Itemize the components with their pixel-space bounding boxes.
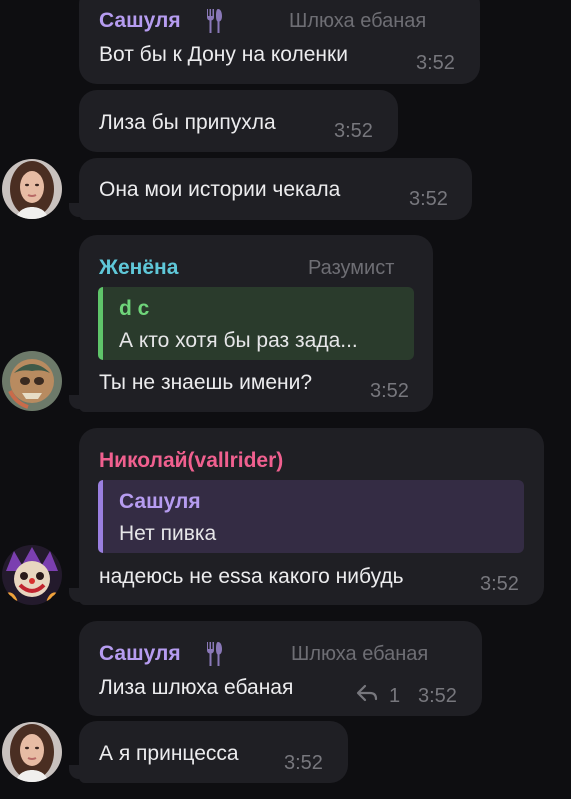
avatar-skull-painting[interactable] (2, 351, 62, 411)
message-bubble[interactable]: Женёна Разумист d c А кто хотя бы раз за… (79, 235, 433, 412)
message-time: 3:52 (284, 752, 323, 774)
fork-knife-icon (207, 642, 222, 666)
bubble-tail (69, 588, 83, 602)
message-text: Она мои истории чекала (99, 178, 341, 201)
message-bubble[interactable]: Сашуля Шлюха ебаная Вот бы к Дону на кол… (79, 0, 480, 84)
message-text: Ты не знаешь имени? (99, 371, 313, 394)
avatar-woman[interactable] (2, 159, 62, 219)
sender-name[interactable]: Сашуля (99, 9, 181, 33)
member-tag: Шлюха ебаная (289, 10, 427, 32)
quote-bar (98, 480, 103, 553)
message-time: 3:52 (416, 52, 455, 74)
quote-sender: Сашуля (119, 490, 201, 513)
message-bubble[interactable]: А я принцесса 3:52 (79, 721, 348, 783)
reply-quote[interactable]: d c А кто хотя бы раз зада... (98, 287, 414, 360)
message-text: надеюсь не essa какого нибудь (99, 565, 404, 588)
message-time: 3:52 (334, 120, 373, 142)
sender-name[interactable]: Женёна (99, 256, 178, 280)
message-bubble[interactable]: Она мои истории чекала 3:52 (79, 158, 472, 220)
message-time: 3:52 (409, 188, 448, 210)
message-text: Лиза шлюха ебаная (99, 676, 294, 699)
avatar-woman[interactable] (2, 722, 62, 782)
message-text: А я принцесса (99, 742, 239, 765)
quote-sender: d c (119, 297, 150, 320)
member-tag: Шлюха ебаная (291, 643, 429, 665)
message-text: Вот бы к Дону на коленки (99, 43, 348, 66)
quote-bar (98, 287, 103, 360)
bubble-tail (69, 395, 83, 409)
quote-text: А кто хотя бы раз зада... (119, 329, 358, 352)
reply-arrow-icon[interactable] (356, 683, 378, 703)
fork-knife-icon (207, 9, 222, 33)
member-tag: Разумист (308, 257, 395, 279)
sender-name[interactable]: Николай(vallrider) (99, 449, 283, 473)
sender-name[interactable]: Сашуля (99, 642, 181, 666)
message-bubble[interactable]: Лиза бы припухла 3:52 (79, 90, 398, 152)
quote-text: Нет пивка (119, 522, 217, 545)
message-text: Лиза бы припухла (99, 111, 276, 134)
reply-count[interactable]: 1 (389, 685, 400, 708)
reply-quote[interactable]: Сашуля Нет пивка (98, 480, 524, 553)
message-bubble[interactable]: Николай(vallrider) Сашуля Нет пивка наде… (79, 428, 544, 605)
avatar-clown[interactable] (2, 545, 62, 605)
message-bubble[interactable]: Сашуля Шлюха ебаная Лиза шлюха ебаная 1 … (79, 621, 482, 716)
message-time: 3:52 (480, 573, 519, 595)
message-time: 3:52 (370, 380, 409, 402)
message-time: 3:52 (418, 685, 457, 707)
